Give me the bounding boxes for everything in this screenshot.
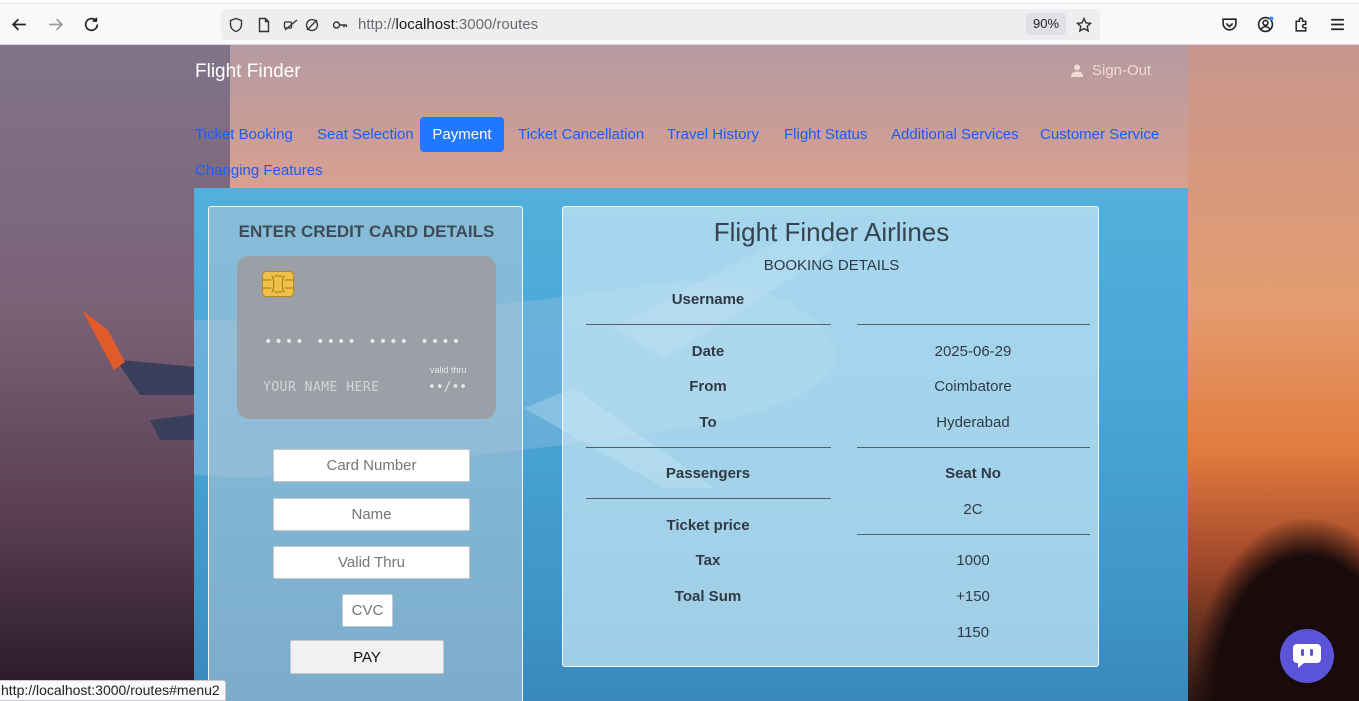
brand-title[interactable]: Flight Finder bbox=[195, 61, 301, 83]
divider bbox=[586, 324, 831, 325]
valid-thru-input[interactable] bbox=[273, 546, 470, 579]
card-preview-number: •••• •••• •••• •••• bbox=[264, 334, 463, 350]
divider bbox=[857, 447, 1090, 448]
card-preview-valid: ••/•• bbox=[428, 380, 468, 395]
forward-icon[interactable] bbox=[43, 12, 67, 36]
nav-ticket-booking[interactable]: Ticket Booking bbox=[195, 126, 293, 143]
zoom-level-badge[interactable]: 90% bbox=[1026, 13, 1067, 35]
card-preview-name: YOUR NAME HERE bbox=[263, 380, 380, 395]
card-preview-valid-label: valid thru bbox=[430, 365, 467, 375]
seat-no-label: Seat No bbox=[945, 465, 1001, 482]
card-chip-icon bbox=[262, 271, 294, 297]
from-label: From bbox=[689, 378, 727, 395]
username-label: Username bbox=[671, 291, 745, 308]
divider bbox=[586, 498, 831, 499]
chat-icon bbox=[1293, 644, 1321, 668]
date-value: 2025-06-29 bbox=[934, 343, 1012, 360]
nav-payment[interactable]: Payment bbox=[420, 117, 504, 152]
nav-seat-selection[interactable]: Seat Selection bbox=[317, 126, 414, 143]
nav-changing-features[interactable]: Changing Features bbox=[195, 162, 323, 179]
name-input[interactable] bbox=[273, 498, 470, 531]
reload-icon[interactable] bbox=[79, 12, 103, 36]
booking-subtitle: BOOKING DETAILS bbox=[763, 257, 900, 274]
booking-details-card: Flight Finder Airlines BOOKING DETAILS U… bbox=[562, 206, 1099, 667]
from-value: Coimbatore bbox=[934, 378, 1012, 395]
nav-additional-services[interactable]: Additional Services bbox=[891, 126, 1019, 143]
tracking-protection-icon[interactable] bbox=[303, 16, 320, 33]
pocket-icon[interactable] bbox=[1217, 12, 1241, 36]
booking-title: Flight Finder Airlines bbox=[713, 217, 950, 247]
tree-silhouette bbox=[1188, 515, 1359, 701]
shield-icon[interactable] bbox=[227, 16, 244, 33]
user-icon bbox=[1071, 64, 1083, 77]
url-bar[interactable]: http://localhost:3000/routes 90% bbox=[221, 9, 1100, 40]
page-icon[interactable] bbox=[255, 16, 272, 33]
nav-travel-history[interactable]: Travel History bbox=[667, 126, 759, 143]
nav-customer-service[interactable]: Customer Service bbox=[1040, 126, 1159, 143]
extensions-icon[interactable] bbox=[1289, 12, 1313, 36]
key-icon[interactable] bbox=[331, 16, 348, 33]
card-form-title: ENTER CREDIT CARD DETAILS bbox=[238, 222, 495, 241]
signout-link[interactable]: Sign-Out bbox=[1071, 62, 1151, 79]
url-text[interactable]: http://localhost:3000/routes bbox=[358, 16, 538, 33]
account-icon[interactable] bbox=[1253, 12, 1277, 36]
tax-label: Tax bbox=[695, 552, 721, 569]
ticket-price-label: Ticket price bbox=[666, 517, 750, 534]
to-label: To bbox=[699, 414, 717, 431]
divider bbox=[857, 534, 1090, 535]
nav-flight-status[interactable]: Flight Status bbox=[784, 126, 867, 143]
nav-ticket-cancellation[interactable]: Ticket Cancellation bbox=[518, 126, 644, 143]
menu-icon[interactable] bbox=[1325, 12, 1349, 36]
date-label: Date bbox=[691, 343, 725, 360]
bookmark-star-icon[interactable] bbox=[1075, 16, 1092, 33]
passengers-label: Passengers bbox=[665, 465, 751, 482]
browser-toolbar: http://localhost:3000/routes 90% bbox=[0, 4, 1359, 45]
pay-button[interactable]: PAY bbox=[290, 640, 444, 674]
cvc-input[interactable] bbox=[342, 594, 393, 627]
chat-widget-button[interactable] bbox=[1280, 629, 1334, 683]
tax-value: +150 bbox=[956, 588, 990, 605]
signout-label: Sign-Out bbox=[1092, 62, 1152, 79]
price-value: 1000 bbox=[956, 552, 990, 569]
page-background: Flight Finder Sign-Out Ticket Booking Se… bbox=[0, 45, 1359, 701]
status-bar-url: http://localhost:3000/routes#menu2 bbox=[0, 680, 226, 701]
back-icon[interactable] bbox=[7, 12, 31, 36]
divider bbox=[857, 324, 1090, 325]
to-value: Hyderabad bbox=[936, 414, 1010, 431]
card-preview: •••• •••• •••• •••• YOUR NAME HERE valid… bbox=[237, 256, 496, 419]
credit-card-form: ENTER CREDIT CARD DETAILS •••• •••• ••••… bbox=[208, 206, 523, 701]
total-value: 1150 bbox=[956, 624, 990, 641]
divider bbox=[586, 447, 831, 448]
card-number-input[interactable] bbox=[273, 449, 470, 482]
seat-value: 2C bbox=[963, 501, 983, 518]
permissions-icon[interactable] bbox=[282, 16, 299, 33]
total-label: Toal Sum bbox=[674, 588, 742, 605]
